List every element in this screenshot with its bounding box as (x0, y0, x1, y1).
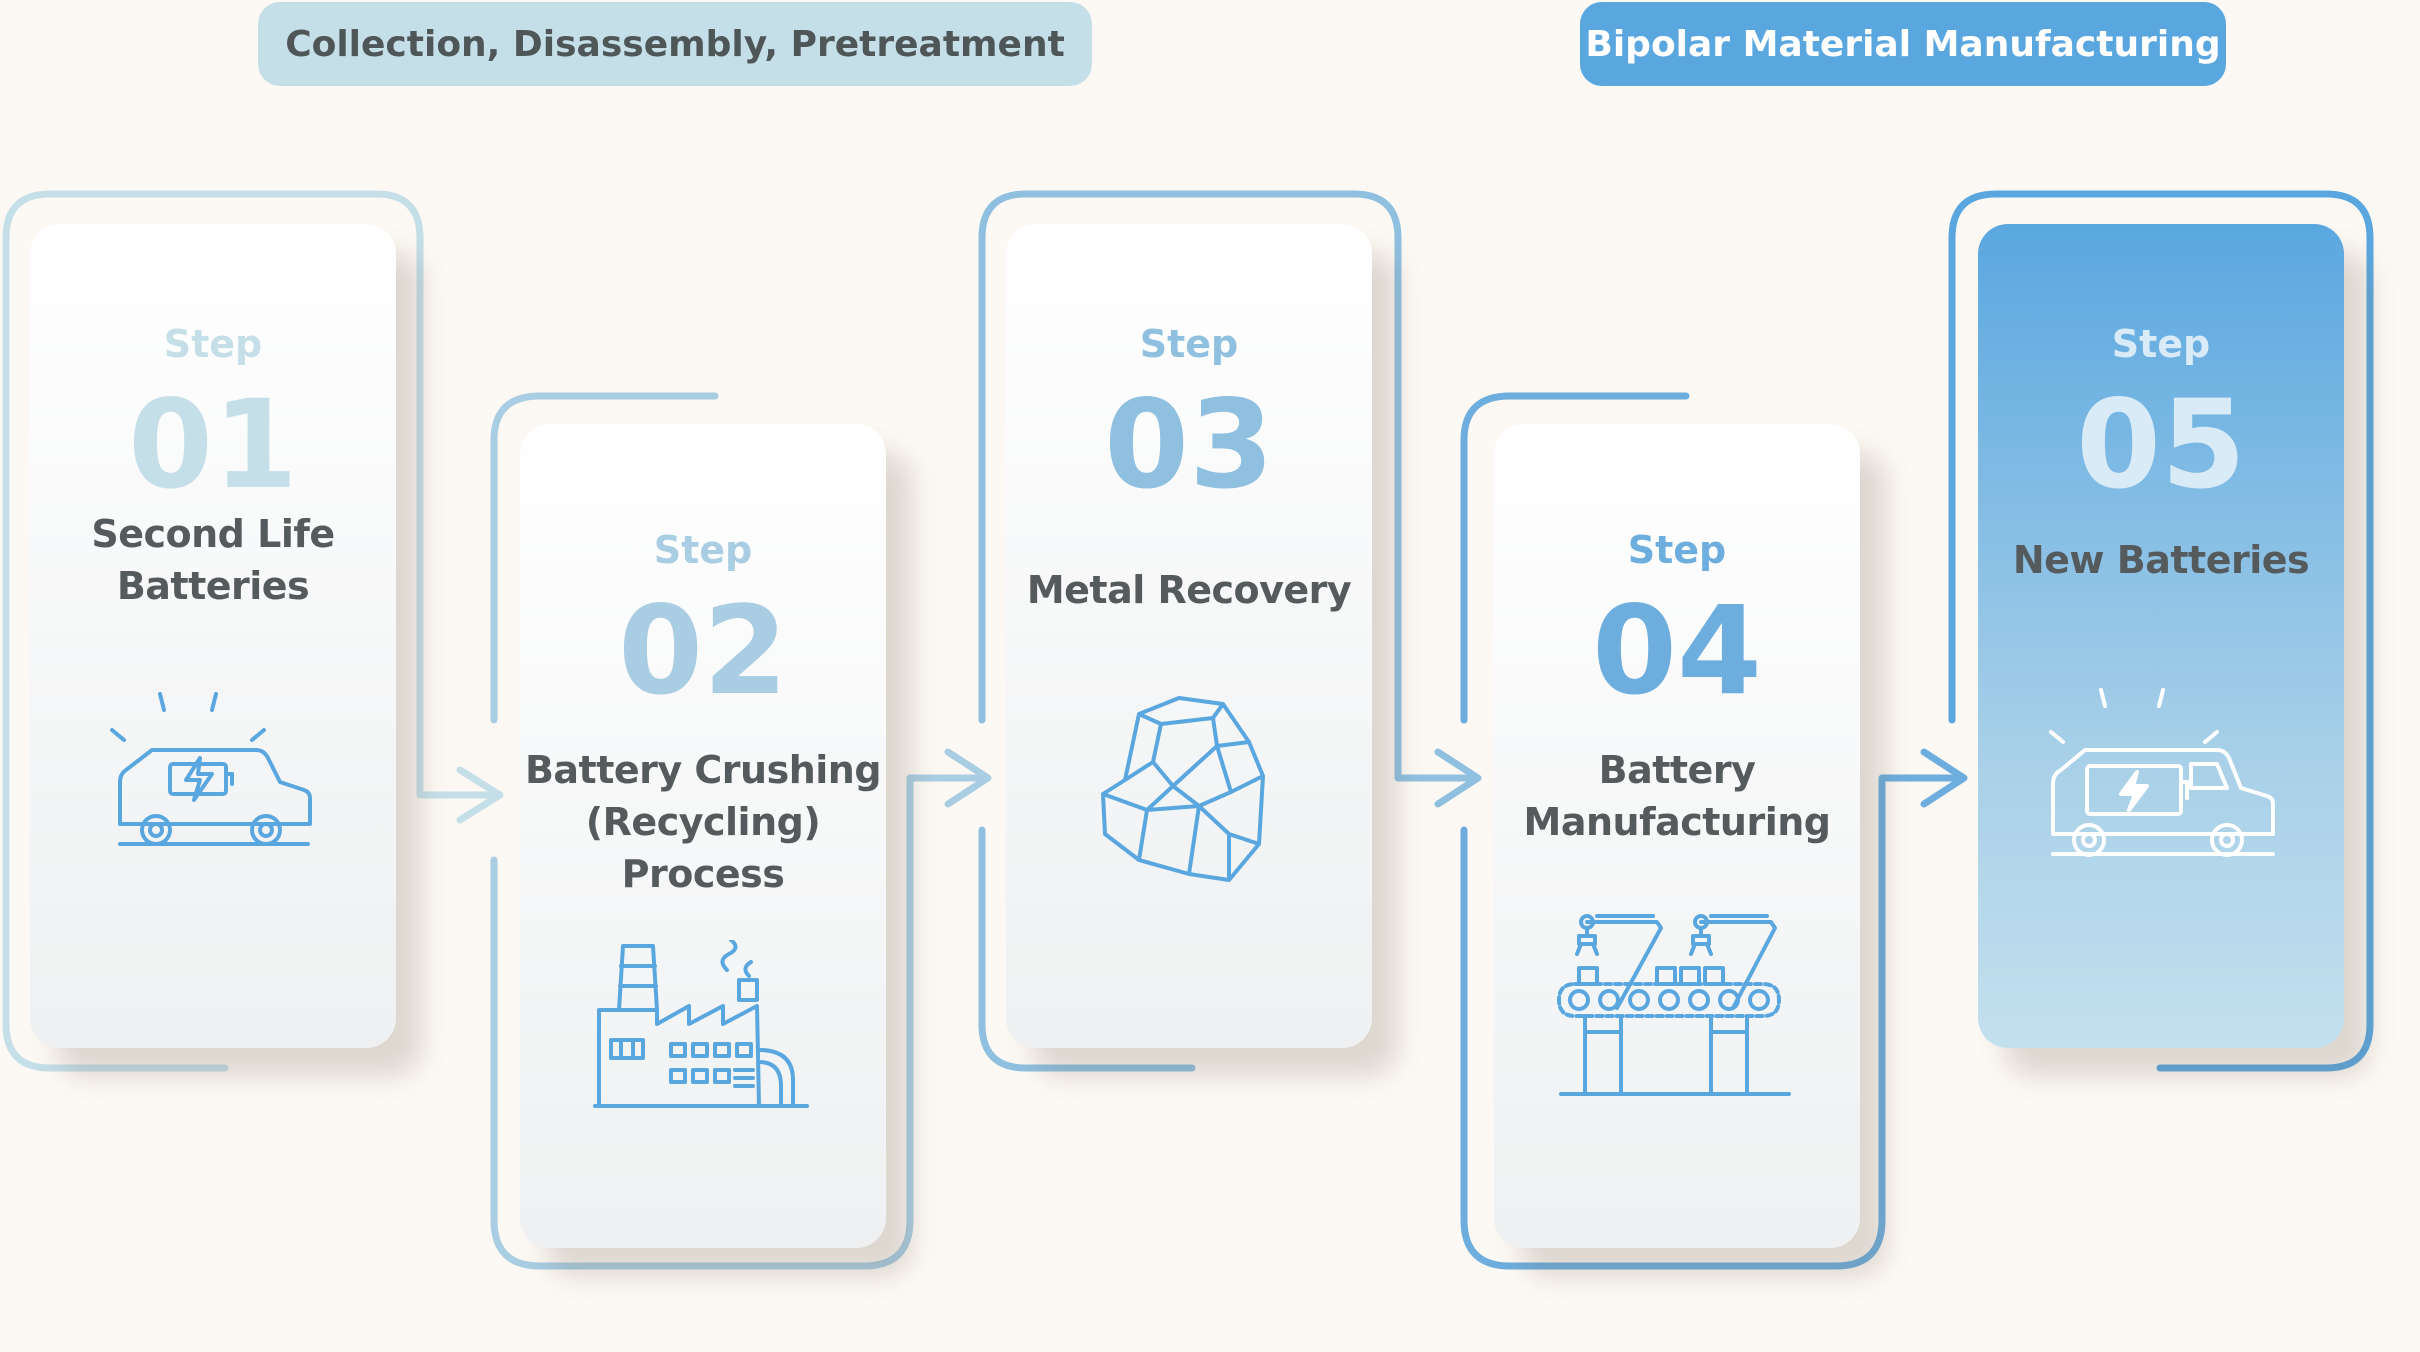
robotic-assembly-line-icon (1494, 912, 1860, 1102)
step-number: 01 (128, 374, 298, 516)
step-title: Second Life Batteries (91, 512, 335, 608)
step-label: Step (1139, 322, 1239, 366)
step-card-04: Step 04 Battery Manufacturing (1494, 424, 1860, 1248)
step-number: 02 (618, 580, 788, 722)
step-label: Step (2111, 322, 2211, 366)
metal-ore-icon (1006, 684, 1372, 884)
step-card-03: Step 03 Metal Recovery (1006, 224, 1372, 1048)
step-label: Step (1627, 528, 1727, 572)
step-title: New Batteries (2012, 538, 2310, 582)
step-title: Metal Recovery (1026, 568, 1352, 612)
step-title: Battery Crushing (Recycling) Process (524, 748, 882, 896)
step-number: 05 (2076, 374, 2246, 516)
step-number: 04 (1592, 580, 1762, 722)
factory-icon (520, 940, 886, 1110)
step-number: 03 (1104, 374, 1274, 516)
step-card-01: Step 01 Second Life Batteries (30, 224, 396, 1048)
step-title: Battery Manufacturing (1523, 748, 1832, 844)
step-card-05: Step 05 New Batteries (1978, 224, 2344, 1048)
step-card-02: Step 02 Battery Crushing (Recycling) Pro… (520, 424, 886, 1248)
step-label: Step (163, 322, 263, 366)
step-label: Step (653, 528, 753, 572)
electric-car-icon (1978, 684, 2344, 874)
electric-car-icon (30, 684, 396, 864)
